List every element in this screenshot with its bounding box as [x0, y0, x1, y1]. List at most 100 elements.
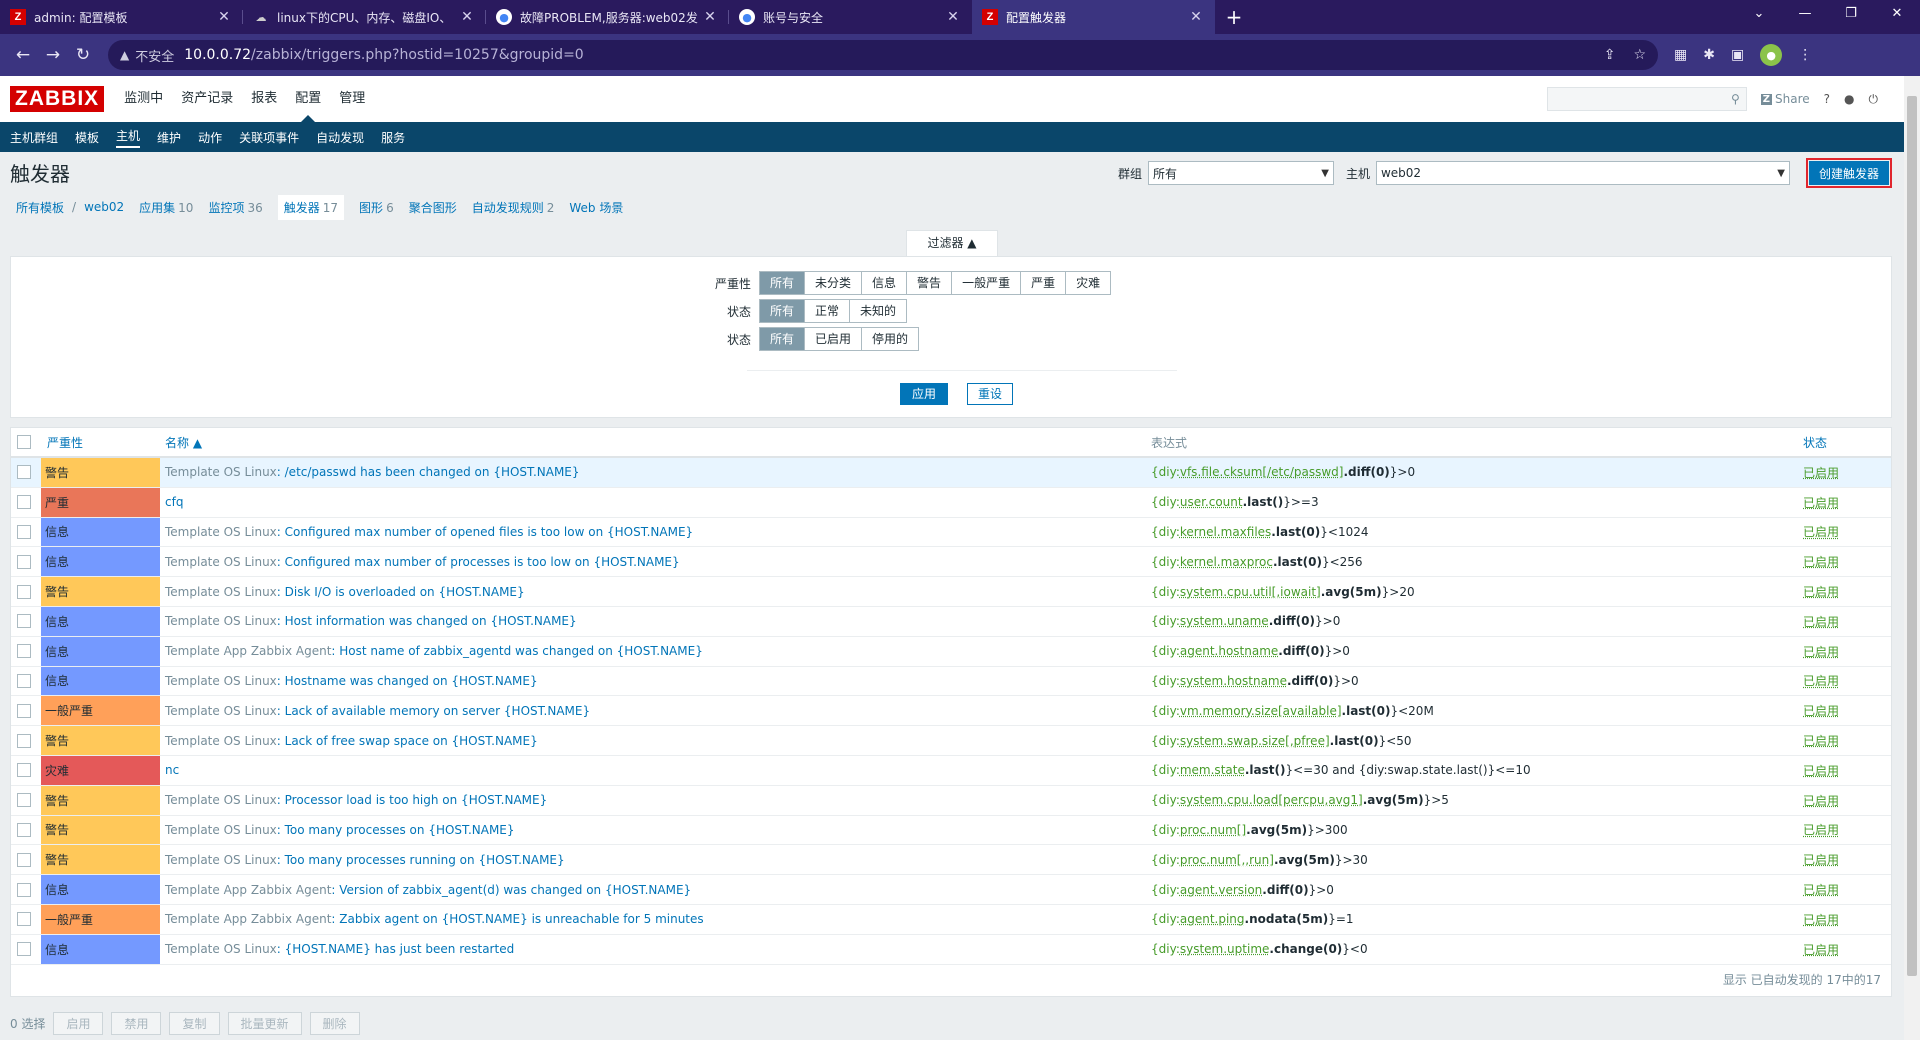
page-scrollbar[interactable] — [1904, 76, 1920, 1040]
breadcrumb-graphs[interactable]: 图形 6 — [359, 199, 394, 216]
expression-item-key[interactable]: user.count — [1180, 495, 1243, 509]
template-link[interactable]: Template OS Linux — [165, 465, 277, 479]
close-window-icon[interactable]: ✕ — [1874, 0, 1920, 28]
severity-option-unclassified[interactable]: 未分类 — [805, 272, 863, 294]
menu-monitoring[interactable]: 监测中 — [124, 76, 163, 122]
severity-option-high[interactable]: 严重 — [1021, 272, 1067, 294]
avatar[interactable]: ● — [1760, 44, 1783, 66]
breadcrumb-triggers[interactable]: 触发器 17 — [277, 194, 345, 220]
severity-option-disaster[interactable]: 灾难 — [1066, 272, 1111, 294]
trigger-name-link[interactable]: Configured max number of opened files is… — [285, 525, 694, 539]
global-search-input[interactable]: ⚲ — [1546, 87, 1747, 111]
menu-administration[interactable]: 管理 — [339, 76, 365, 122]
tab-search-icon[interactable]: ⌄ — [1736, 0, 1782, 28]
trigger-name-link[interactable]: Processor load is too high on {HOST.NAME… — [285, 793, 548, 807]
trigger-name-link[interactable]: nc — [165, 763, 179, 777]
template-link[interactable]: Template OS Linux — [165, 734, 277, 748]
trigger-name-link[interactable]: Host name of zabbix_agentd was changed o… — [339, 644, 703, 658]
state-option-normal[interactable]: 正常 — [805, 300, 851, 322]
breadcrumb-discovery-rules[interactable]: 自动发现规则 2 — [472, 199, 555, 216]
row-checkbox[interactable] — [17, 465, 31, 480]
state-option-unknown[interactable]: 未知的 — [850, 300, 907, 322]
severity-option-warning[interactable]: 警告 — [907, 272, 953, 294]
status-option-enabled[interactable]: 已启用 — [805, 328, 863, 350]
trigger-name-link[interactable]: Lack of free swap space on {HOST.NAME} — [285, 734, 538, 748]
breadcrumb-applications[interactable]: 应用集 10 — [139, 199, 193, 216]
status-toggle[interactable]: 已启用 — [1803, 494, 1839, 511]
menu-inventory[interactable]: 资产记录 — [181, 76, 233, 122]
new-tab-icon[interactable]: + — [1219, 0, 1249, 34]
status-toggle[interactable]: 已启用 — [1803, 762, 1839, 779]
status-toggle[interactable]: 已启用 — [1803, 643, 1839, 660]
menu-configuration[interactable]: 配置 — [295, 76, 321, 122]
browser-tab[interactable]: Z admin: 配置模板 ✕ — [0, 0, 243, 34]
row-checkbox[interactable] — [17, 942, 31, 957]
status-toggle[interactable]: 已启用 — [1803, 464, 1839, 481]
trigger-name-link[interactable]: Lack of available memory on server {HOST… — [285, 704, 590, 718]
breadcrumb-all-templates[interactable]: 所有模板 — [16, 199, 64, 216]
breadcrumb-items[interactable]: 监控项 36 — [208, 199, 262, 216]
row-checkbox[interactable] — [17, 912, 31, 927]
expression-item-key[interactable]: system.uname — [1180, 614, 1269, 628]
template-link[interactable]: Template App Zabbix Agent — [165, 883, 331, 897]
expression-item-key[interactable]: kernel.maxproc — [1180, 555, 1273, 569]
host-select[interactable]: web02 ▼ — [1375, 161, 1790, 185]
row-checkbox[interactable] — [17, 614, 31, 629]
subnav-actions[interactable]: 动作 — [198, 129, 222, 146]
status-toggle[interactable]: 已启用 — [1803, 672, 1839, 689]
search-icon[interactable]: ⚲ — [1731, 92, 1740, 106]
trigger-name-link[interactable]: {HOST.NAME} has just been restarted — [285, 942, 515, 956]
minimize-icon[interactable]: — — [1782, 0, 1828, 28]
expression-item-key[interactable]: agent.hostname — [1180, 644, 1278, 658]
trigger-name-link[interactable]: Disk I/O is overloaded on {HOST.NAME} — [285, 585, 525, 599]
share-icon[interactable]: ⇪ — [1604, 47, 1616, 63]
status-option-all[interactable]: 所有 — [760, 328, 806, 350]
status-toggle[interactable]: 已启用 — [1803, 702, 1839, 719]
browser-tab[interactable]: ● 故障PROBLEM,服务器:web02发 ✕ — [486, 0, 729, 34]
status-toggle[interactable]: 已启用 — [1803, 941, 1839, 958]
subnav-discovery[interactable]: 自动发现 — [316, 129, 364, 146]
close-icon[interactable]: ✕ — [944, 9, 962, 25]
select-all-checkbox[interactable] — [17, 435, 31, 449]
severity-option-average[interactable]: 一般严重 — [952, 272, 1022, 294]
trigger-name-link[interactable]: Too many processes running on {HOST.NAME… — [285, 853, 565, 867]
row-checkbox[interactable] — [17, 644, 31, 659]
reload-icon[interactable]: ↻ — [68, 45, 98, 65]
row-checkbox[interactable] — [17, 763, 31, 778]
status-option-disabled[interactable]: 停用的 — [862, 328, 919, 350]
delete-button[interactable]: 删除 — [309, 1011, 360, 1035]
breadcrumb-screens[interactable]: 聚合图形 — [409, 199, 457, 216]
close-icon[interactable]: ✕ — [215, 9, 233, 25]
row-checkbox[interactable] — [17, 793, 31, 808]
subnav-services[interactable]: 服务 — [381, 129, 405, 146]
trigger-name-link[interactable]: Configured max number of processes is to… — [285, 555, 680, 569]
expression-item-key[interactable]: proc.num[,,run] — [1180, 853, 1274, 867]
template-link[interactable]: Template App Zabbix Agent — [165, 912, 331, 926]
status-toggle[interactable]: 已启用 — [1803, 553, 1839, 570]
help-icon[interactable]: ? — [1824, 92, 1830, 106]
share-link[interactable]: Z Share — [1760, 92, 1810, 106]
group-select[interactable]: 所有 ▼ — [1147, 161, 1334, 185]
trigger-name-link[interactable]: Hostname was changed on {HOST.NAME} — [285, 674, 538, 688]
extension-icon[interactable]: ▦ — [1674, 47, 1687, 63]
subnav-hosts[interactable]: 主机 — [116, 127, 141, 148]
status-toggle[interactable]: 已启用 — [1803, 851, 1839, 868]
expression-item-key[interactable]: mem.state — [1180, 763, 1245, 777]
template-link[interactable]: Template OS Linux — [165, 585, 277, 599]
expression-item-key[interactable]: vfs.file.cksum[/etc/passwd] — [1180, 465, 1344, 479]
reset-filter-button[interactable]: 重设 — [967, 383, 1014, 405]
row-checkbox[interactable] — [17, 524, 31, 539]
template-link[interactable]: Template OS Linux — [165, 853, 277, 867]
template-link[interactable]: Template OS Linux — [165, 614, 277, 628]
template-link[interactable]: Template App Zabbix Agent — [165, 644, 331, 658]
header-name[interactable]: 名称 ▲ — [165, 434, 202, 451]
header-status[interactable]: 状态 — [1803, 434, 1827, 451]
expression-item-key[interactable]: system.cpu.util[,iowait] — [1180, 585, 1321, 599]
subnav-host-groups[interactable]: 主机群组 — [10, 129, 58, 146]
status-toggle[interactable]: 已启用 — [1803, 821, 1839, 838]
copy-button[interactable]: 复制 — [169, 1011, 220, 1035]
warning-icon[interactable]: ▲ — [120, 48, 129, 62]
template-link[interactable]: Template OS Linux — [165, 555, 277, 569]
close-icon[interactable]: ✕ — [458, 9, 476, 25]
expression-item-key[interactable]: proc.num[] — [1180, 823, 1246, 837]
